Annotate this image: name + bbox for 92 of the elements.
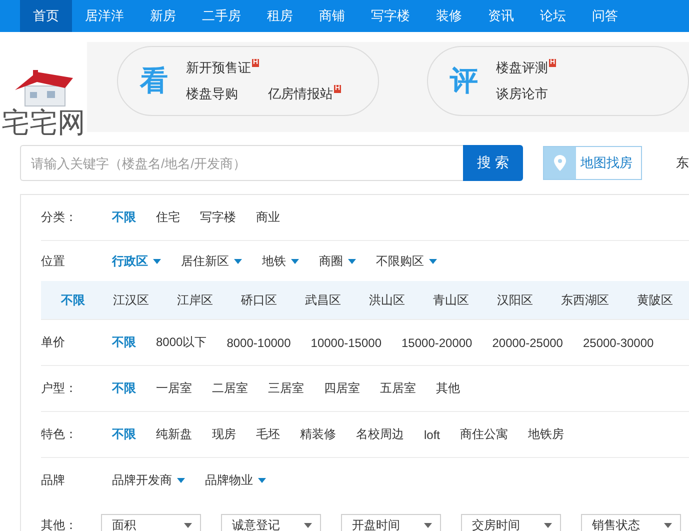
nav-tab[interactable]: 论坛 [527, 0, 579, 32]
select-dropdown[interactable]: 交房时间 [461, 514, 561, 531]
filter-option[interactable]: 名校周边 [356, 426, 404, 443]
nav-tab[interactable]: 居洋洋 [72, 0, 137, 32]
filter-label: 其他： [41, 517, 78, 531]
filter-option[interactable]: 地铁房 [528, 426, 564, 443]
filter-dropdown[interactable]: 不限购区 [376, 252, 437, 270]
filter-option[interactable]: 其他 [436, 380, 460, 397]
filter-dropdown[interactable]: 品牌开发商 [112, 472, 185, 489]
filter-option[interactable]: 二居室 [212, 380, 248, 397]
district-option[interactable]: 青山区 [433, 292, 469, 308]
filter-option[interactable]: 8000以下 [156, 334, 207, 351]
filter-option[interactable]: 现房 [212, 426, 236, 443]
caret-icon [177, 478, 185, 483]
filter-label: 分类： [41, 209, 78, 226]
nav-tab[interactable]: 租房 [254, 0, 306, 32]
filter-option[interactable]: 不限 [112, 209, 136, 226]
nav-tab[interactable]: 二手房 [189, 0, 254, 32]
filter-option[interactable]: 住宅 [156, 209, 180, 226]
district-option[interactable]: 不限 [61, 292, 85, 308]
caret-icon [348, 258, 356, 264]
caret-icon [184, 523, 192, 528]
filter-option[interactable]: 10000-15000 [310, 336, 382, 350]
filter-option[interactable]: 五居室 [380, 380, 416, 397]
card-icon-glyph: 看 [140, 64, 168, 98]
nav-tab[interactable]: 资讯 [475, 0, 527, 32]
filter-option[interactable]: 精装修 [300, 426, 336, 443]
filter-option[interactable]: 一居室 [156, 380, 192, 397]
select-dropdown[interactable]: 诚意登记 [221, 514, 321, 531]
filter-dropdown[interactable]: 品牌物业 [205, 472, 266, 489]
nav-tab[interactable]: 首页 [20, 0, 72, 32]
caret-icon [291, 258, 299, 264]
nav-tab[interactable]: 写字楼 [358, 0, 423, 32]
logo-text: 宅宅网 [2, 108, 86, 138]
district-option[interactable]: 硚口区 [241, 292, 277, 308]
select-dropdown[interactable]: 销售状态 [581, 514, 681, 531]
filter-option[interactable]: 商住公寓 [460, 426, 508, 443]
filter-option[interactable]: 不限 [112, 426, 136, 443]
filter-label: 位置 [41, 252, 66, 270]
nav-tab[interactable]: 商铺 [306, 0, 358, 32]
filter-dropdown[interactable]: 居住新区 [181, 252, 242, 270]
filter-label: 户型： [41, 380, 78, 397]
filter-option[interactable]: 三居室 [268, 380, 304, 397]
filter-dropdown[interactable]: 商圈 [319, 252, 356, 270]
district-option[interactable]: 江岸区 [177, 292, 213, 308]
cut-text: 东 [676, 154, 689, 172]
caret-icon [544, 523, 552, 528]
location-pin-icon [554, 155, 566, 171]
filter-option[interactable]: 商业 [256, 209, 280, 226]
filter-option[interactable]: 毛坯 [256, 426, 280, 443]
search-button[interactable]: 搜 索 [463, 145, 523, 181]
caret-icon [153, 258, 161, 264]
filter-label: 单价 [41, 334, 66, 351]
map-search-button[interactable]: 地图找房 [542, 146, 642, 180]
select-dropdown[interactable]: 面积 [101, 514, 201, 531]
promo-link[interactable]: 亿房情报站 [268, 85, 333, 103]
promo-link[interactable]: 楼盘导购 [186, 85, 238, 103]
filter-label: 品牌 [41, 472, 66, 489]
district-option[interactable]: 江汉区 [113, 292, 149, 308]
filter-option[interactable]: 四居室 [324, 380, 360, 397]
district-option[interactable]: 武昌区 [305, 292, 341, 308]
select-dropdown[interactable]: 开盘时间 [341, 514, 441, 531]
filter-option[interactable]: 25000-30000 [582, 336, 654, 350]
filter-dropdown[interactable]: 地铁 [262, 252, 299, 270]
filter-option[interactable]: 20000-25000 [492, 336, 563, 350]
nav-tab[interactable]: 装修 [423, 0, 475, 32]
filter-dropdown[interactable]: 行政区 [112, 252, 161, 270]
filter-option[interactable]: loft [424, 428, 440, 442]
nav-tab[interactable]: 问答 [579, 0, 631, 32]
caret-icon [429, 258, 437, 264]
filter-option[interactable]: 不限 [112, 380, 136, 397]
nav-tab[interactable]: 新房 [137, 0, 189, 32]
filter-label: 特色： [41, 426, 78, 443]
promo-link[interactable]: 楼盘评测 [496, 59, 548, 77]
caret-icon [664, 523, 672, 528]
district-option[interactable]: 东西湖区 [561, 292, 609, 308]
card-icon-glyph: 评 [450, 64, 478, 98]
district-option[interactable]: 黄陂区 [637, 292, 673, 308]
promo-link[interactable]: 谈房论市 [496, 85, 548, 103]
filter-option[interactable]: 不限 [112, 334, 136, 351]
caret-icon [304, 523, 312, 528]
caret-icon [258, 478, 266, 483]
caret-icon [424, 523, 432, 528]
filter-option[interactable]: 15000-20000 [402, 336, 472, 350]
filter-option[interactable]: 8000-10000 [226, 336, 291, 350]
filter-option[interactable]: 写字楼 [200, 209, 236, 226]
search-field[interactable]: 请输入关键字（楼盘名/地名/开发商） [20, 145, 464, 181]
district-option[interactable]: 汉阳区 [497, 292, 533, 308]
promo-link[interactable]: 新开预售证 [186, 59, 251, 77]
caret-icon [234, 258, 242, 264]
filter-option[interactable]: 纯新盘 [156, 426, 192, 443]
district-option[interactable]: 洪山区 [369, 292, 405, 308]
